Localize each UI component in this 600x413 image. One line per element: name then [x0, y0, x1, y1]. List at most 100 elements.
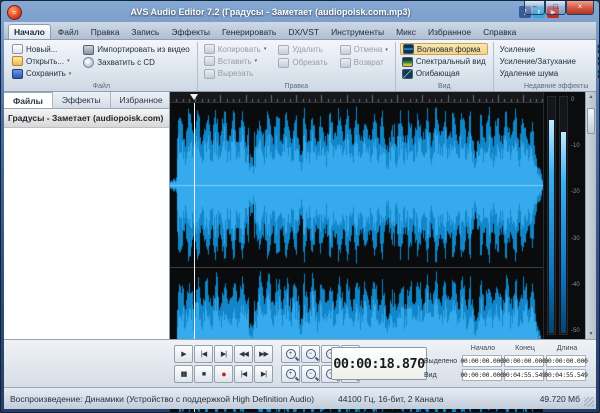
- tab-edit[interactable]: Правка: [86, 25, 125, 39]
- trim-label: Обрезать: [292, 58, 327, 67]
- record-button[interactable]: ●: [214, 365, 233, 383]
- scroll-down-icon[interactable]: ▼: [586, 331, 596, 337]
- tab-help[interactable]: Справка: [478, 25, 521, 39]
- redo-button[interactable]: Возврат: [338, 56, 390, 69]
- transport-bar: ▶ |◀ ▶| ◀◀ ▶▶ + − ▫ ↕ ▮▮ ■ ● |◀ ▶| + − ▫…: [4, 339, 596, 387]
- tab-file[interactable]: Файл: [53, 25, 84, 39]
- view-envelope-button[interactable]: Огибающая: [400, 68, 488, 80]
- app-window: ≈ AVS Audio Editor 7.2 (Градусы - Замета…: [0, 0, 600, 413]
- ruler-ticks: [170, 92, 543, 102]
- view-waveform-button[interactable]: Волновая форма: [400, 43, 488, 55]
- waveform-left-channel[interactable]: [170, 103, 543, 267]
- file-list[interactable]: Градусы - Заметает (audiopoisk.com): [4, 109, 169, 339]
- tab-mix[interactable]: Микс: [391, 25, 421, 39]
- new-file-icon: [12, 44, 23, 54]
- skip-forward-button[interactable]: ▶|: [254, 365, 273, 383]
- meter-left-fill: [549, 120, 554, 333]
- panel-tab-files[interactable]: Файлы: [4, 92, 53, 108]
- audio-format-text: 44100 Гц, 16-бит, 2 Канала: [338, 394, 444, 404]
- tab-generate[interactable]: Генерировать: [217, 25, 281, 39]
- resize-grip[interactable]: [584, 397, 594, 407]
- file-list-item[interactable]: Градусы - Заметает (audiopoisk.com): [4, 109, 169, 128]
- import-video-button[interactable]: Импортировать из видео: [81, 43, 191, 56]
- trim-button[interactable]: Обрезать: [276, 56, 329, 69]
- view-end-field[interactable]: 00:04:55.549: [504, 369, 544, 381]
- meter-scale: 0-10-20-30-40-50: [571, 96, 583, 335]
- panel-tab-favorites[interactable]: Избранное: [111, 92, 173, 108]
- column-length: Длина: [546, 345, 588, 352]
- stop-button[interactable]: ■: [194, 365, 213, 383]
- envelope-label: Огибающая: [416, 69, 460, 78]
- undo-button[interactable]: Отмена ▾: [338, 43, 390, 56]
- import-video-label: Импортировать из видео: [97, 45, 189, 54]
- save-button[interactable]: Сохранить ▾: [10, 68, 73, 80]
- close-button[interactable]: ×: [566, 1, 594, 15]
- minimize-button[interactable]: –: [524, 1, 545, 15]
- rewind-button[interactable]: ◀◀: [234, 345, 253, 363]
- tab-tools[interactable]: Инструменты: [326, 25, 389, 39]
- ribbon-group-view: Волновая форма Спектральный вид Огибающа…: [396, 42, 494, 91]
- effect-noise-removal-button[interactable]: Удаление шума: [498, 68, 600, 80]
- selection-length-field[interactable]: 00:00:00.000: [546, 355, 586, 367]
- capture-cd-label: Захватить с CD: [97, 58, 155, 67]
- maximize-button[interactable]: □: [545, 1, 566, 15]
- zoom-out-button[interactable]: −: [301, 345, 320, 363]
- file-size-text: 49.720 Мб: [540, 394, 580, 404]
- skip-back-button[interactable]: |◀: [234, 365, 253, 383]
- delete-button[interactable]: Удалить: [276, 43, 329, 56]
- meter-scale-label: -50: [571, 328, 583, 334]
- cut-button[interactable]: Вырезать: [202, 68, 269, 80]
- open-button[interactable]: Открыть... ▾: [10, 55, 73, 67]
- window-controls: – □ ×: [524, 1, 594, 15]
- v-zoom-out-button[interactable]: −: [301, 365, 320, 383]
- tab-effects[interactable]: Эффекты: [166, 25, 215, 39]
- goto-start-button[interactable]: |◀: [194, 345, 213, 363]
- paste-icon: [204, 56, 215, 66]
- tab-record[interactable]: Запись: [126, 25, 164, 39]
- film-icon: [83, 45, 94, 55]
- vertical-scrollbar[interactable]: ▲ ▼: [585, 92, 596, 339]
- selection-end-field[interactable]: 00:00:00.000: [504, 355, 544, 367]
- delete-label: Удалить: [292, 45, 323, 54]
- meter-scale-label: -10: [571, 143, 583, 149]
- ribbon: Новый... Открыть... ▾ Сохранить ▾ Импорт…: [4, 40, 596, 92]
- new-button[interactable]: Новый...: [10, 43, 73, 55]
- copy-button[interactable]: Копировать ▾: [202, 43, 269, 55]
- view-start-field[interactable]: 00:00:00.000: [462, 369, 502, 381]
- paste-button[interactable]: Вставить ▾: [202, 55, 269, 67]
- undo-icon: [340, 45, 351, 55]
- meter-right: [559, 96, 568, 335]
- scroll-up-icon[interactable]: ▲: [586, 94, 596, 100]
- tab-dxvst[interactable]: DX/VST: [283, 25, 324, 39]
- v-zoom-in-button[interactable]: +: [281, 365, 300, 383]
- view-length-field[interactable]: 00:04:55.549: [546, 369, 586, 381]
- title-bar[interactable]: ≈ AVS Audio Editor 7.2 (Градусы - Замета…: [2, 2, 598, 22]
- effect-fade-button[interactable]: Усиление/Затухание: [498, 55, 600, 67]
- open-folder-icon: [12, 56, 23, 66]
- timeline-ruler[interactable]: [170, 92, 543, 103]
- redo-label: Возврат: [354, 58, 384, 67]
- ribbon-group-recent-effects: Усиление Усиление/Затухание Удаление шум…: [494, 42, 600, 91]
- vertical-scrollbar-thumb[interactable]: [587, 108, 595, 134]
- panel-tab-effects[interactable]: Эффекты: [53, 92, 111, 108]
- tab-home[interactable]: Начало: [8, 24, 51, 39]
- group-label-edit: Правка: [198, 83, 395, 90]
- view-spectral-button[interactable]: Спектральный вид: [400, 55, 488, 67]
- play-button[interactable]: ▶: [174, 345, 193, 363]
- tab-favorites[interactable]: Избранное: [423, 25, 476, 39]
- redo-icon: [340, 58, 351, 68]
- avs-logo-icon: ≈: [7, 5, 22, 20]
- v-zoom-out-icon: −: [306, 369, 316, 379]
- v-zoom-in-icon: +: [286, 369, 296, 379]
- chevron-down-icon: ▾: [385, 47, 388, 53]
- effect-amplify-button[interactable]: Усиление: [498, 43, 600, 55]
- undo-label: Отмена: [354, 45, 383, 54]
- selection-start-field[interactable]: 00:00:00.000: [462, 355, 502, 367]
- capture-cd-button[interactable]: Захватить с CD: [81, 56, 191, 69]
- playback-device-text: Воспроизведение: Динамики (Устройство с …: [10, 394, 314, 404]
- zoom-in-button[interactable]: +: [281, 345, 300, 363]
- pause-button[interactable]: ▮▮: [174, 365, 193, 383]
- goto-end-button[interactable]: ▶|: [214, 345, 233, 363]
- paste-label: Вставить: [218, 57, 252, 66]
- forward-button[interactable]: ▶▶: [254, 345, 273, 363]
